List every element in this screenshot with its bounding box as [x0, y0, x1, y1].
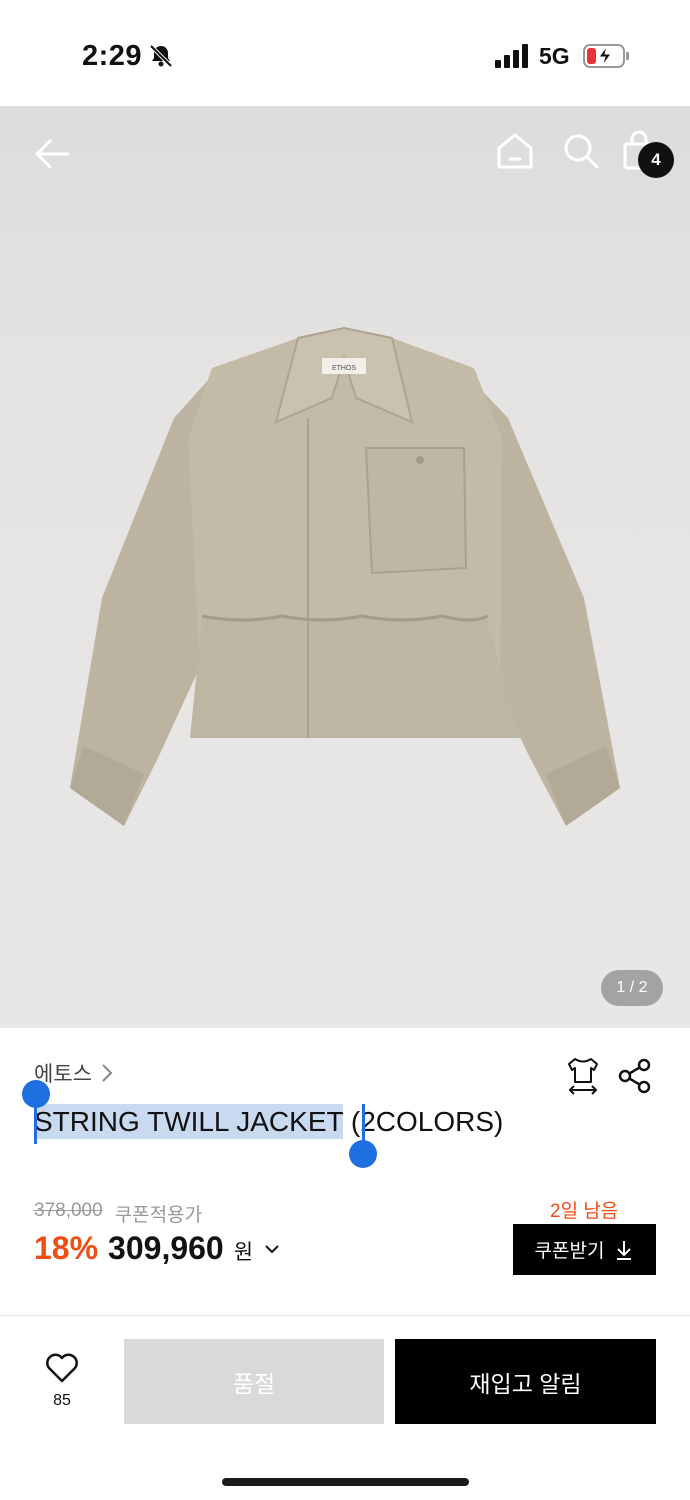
bell-off-icon	[149, 44, 173, 68]
soldout-button: 품절	[124, 1339, 384, 1424]
like-button[interactable]: 85	[28, 1352, 96, 1418]
chevron-right-icon	[102, 1064, 113, 1082]
original-price: 378,000	[34, 1200, 103, 1221]
soldout-label: 품절	[232, 1370, 276, 1397]
sale-price: 309,960	[108, 1230, 224, 1266]
restock-alert-label: 재입고 알림	[469, 1370, 582, 1397]
search-icon[interactable]	[560, 130, 602, 172]
get-coupon-button[interactable]: 쿠폰받기	[513, 1224, 656, 1275]
status-time: 2:29	[82, 40, 143, 72]
coupon-days-left: 2일 남음	[550, 1201, 619, 1222]
download-icon	[617, 1240, 632, 1260]
product-image-gallery[interactable]: 4 ETHOS 1 / 2	[0, 106, 690, 1028]
product-title[interactable]: STRING TWILL JACKET (2COLORS)	[34, 1104, 504, 1139]
coupon-price-label: 쿠폰적용가	[114, 1205, 203, 1226]
product-jacket-image: ETHOS	[70, 326, 620, 826]
divider	[0, 1315, 690, 1316]
back-arrow-icon[interactable]	[30, 132, 74, 176]
selection-start-bar	[34, 1104, 37, 1144]
selected-title-text[interactable]: STRING TWILL JACKET	[34, 1104, 344, 1139]
network-type: 5G	[539, 43, 570, 69]
original-price-row: 378,000 쿠폰적용가	[34, 1200, 202, 1227]
battery-charging-icon	[583, 44, 629, 68]
like-count: 85	[53, 1392, 71, 1409]
selection-end-handle[interactable]	[349, 1140, 377, 1168]
garment-label-text: ETHOS	[332, 365, 356, 372]
discount-rate: 18%	[34, 1230, 99, 1266]
share-icon[interactable]	[617, 1058, 653, 1094]
heart-icon	[46, 1353, 78, 1383]
currency-label: 원	[233, 1241, 254, 1264]
get-coupon-label: 쿠폰받기	[534, 1241, 605, 1262]
signal-icon	[495, 44, 528, 68]
home-icon[interactable]	[494, 130, 536, 172]
chevron-down-icon[interactable]	[263, 1243, 281, 1255]
selection-end-bar	[362, 1104, 365, 1144]
restock-alert-button[interactable]: 재입고 알림	[395, 1339, 656, 1424]
title-rest-text: (2COLORS)	[343, 1106, 504, 1137]
home-indicator[interactable]	[222, 1478, 469, 1486]
gallery-page-indicator: 1 / 2	[601, 970, 663, 1006]
price-row[interactable]: 18% 309,960 원	[34, 1230, 281, 1267]
cart-count-badge: 4	[638, 142, 674, 178]
size-guide-icon[interactable]	[565, 1056, 601, 1096]
status-bar: 2:29 5G	[0, 0, 690, 106]
